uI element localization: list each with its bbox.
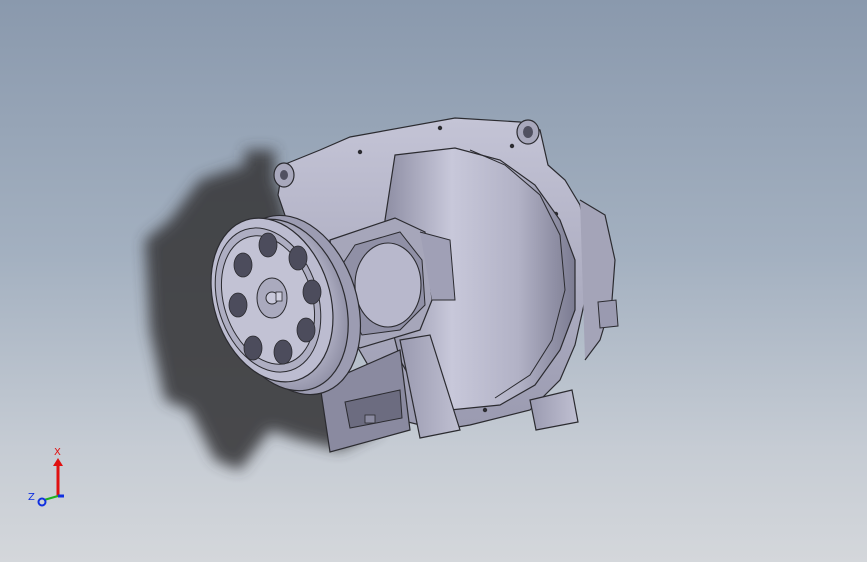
alternator-model[interactable] bbox=[0, 0, 867, 562]
graphics-viewport[interactable]: X Z bbox=[0, 0, 867, 562]
x-axis-arrow bbox=[53, 458, 63, 466]
z-axis-label: Z bbox=[28, 492, 35, 503]
x-axis-label: X bbox=[54, 447, 61, 458]
orientation-triad[interactable]: X Z bbox=[22, 438, 82, 508]
triad-origin bbox=[37, 497, 47, 507]
y-axis-line bbox=[43, 495, 59, 501]
